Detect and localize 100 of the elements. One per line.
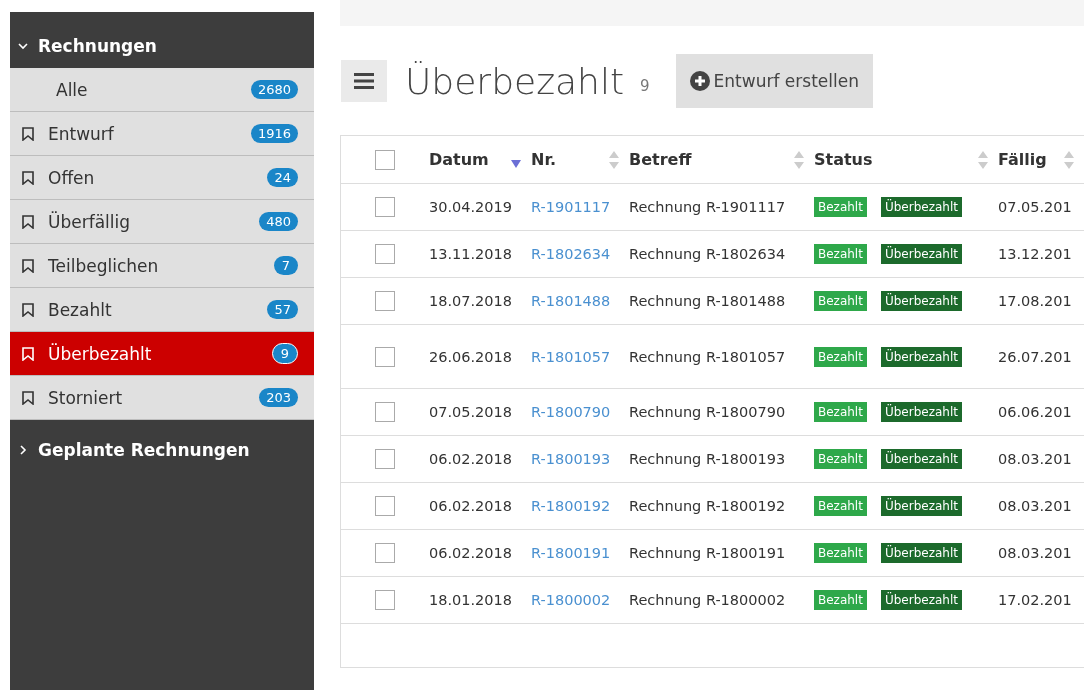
sort-icon[interactable] [978, 150, 988, 169]
row-checkbox[interactable] [375, 543, 395, 563]
invoice-number-link[interactable]: R-1800002 [531, 592, 629, 608]
column-header[interactable]: Nr. [531, 150, 629, 169]
status-tag: Überbezahlt [880, 291, 962, 311]
date-cell-text: 06.02.2018 [429, 498, 514, 514]
sidebar-item[interactable]: Alle 2680 [10, 68, 314, 112]
sidebar-group[interactable]: Rechnungen [10, 24, 314, 68]
sort-descending-icon[interactable] [511, 159, 521, 168]
invoice-number-link[interactable]: R-1800790 [531, 404, 629, 420]
row-checkbox[interactable] [375, 449, 395, 469]
sort-icon[interactable] [794, 150, 804, 169]
plus-circle-icon [689, 71, 710, 91]
count-badge: 7 [274, 256, 298, 275]
column-header[interactable]: Betreff [629, 150, 814, 169]
sidebar-item[interactable]: Überfällig 480 [10, 200, 314, 244]
date-cell-text: 26.06.2018 [429, 348, 514, 365]
subject-cell-text: Rechnung R-1801488 [629, 293, 787, 309]
subject-cell-text: Rechnung R-1800790 [629, 404, 787, 420]
bookmark-icon [22, 258, 34, 273]
item-label: Offen [48, 167, 96, 188]
sidebar-item[interactable]: Storniert 203 [10, 376, 314, 420]
item-label: Überbezahlt [48, 343, 153, 364]
select-all-checkbox[interactable] [375, 149, 395, 170]
bookmark-icon [22, 302, 34, 317]
bookmark-icon [22, 214, 34, 229]
status-tag: Bezahlt [814, 197, 867, 217]
status-tag: Überbezahlt [880, 244, 962, 264]
group-label: Rechnungen [38, 36, 157, 56]
group-label: Geplante Rechnungen [38, 440, 250, 460]
due-date-cell-text: 08.03.201 [998, 451, 1073, 467]
menu-button[interactable] [341, 60, 387, 102]
sort-icon[interactable] [609, 150, 619, 169]
subject-cell-text: Rechnung R-1802634 [629, 246, 787, 262]
subject-cell-text: Rechnung R-1800191 [629, 545, 787, 561]
item-label: Teilbeglichen [48, 255, 160, 276]
sidebar-item[interactable]: Bezahlt 57 [10, 288, 314, 332]
sidebar-item[interactable]: Teilbeglichen 7 [10, 244, 314, 288]
menu-icon [354, 73, 374, 89]
row-checkbox[interactable] [375, 197, 395, 217]
item-label: Entwurf [48, 123, 115, 144]
status-tag: Überbezahlt [880, 197, 962, 217]
bookmark-icon [22, 346, 34, 361]
due-date-cell-text: 07.05.201 [998, 199, 1073, 215]
count-badge: 57 [267, 300, 298, 319]
sidebar-item[interactable]: Offen 24 [10, 156, 314, 200]
count-badge: 24 [267, 168, 298, 187]
column-header[interactable]: Fällig [998, 150, 1084, 169]
date-cell-text: 06.02.2018 [429, 451, 514, 467]
status-tag: Bezahlt [814, 449, 867, 469]
status-tag: Bezahlt [814, 590, 867, 610]
date-cell-text: 18.07.2018 [429, 293, 514, 309]
status-tag: Bezahlt [814, 402, 867, 422]
status-tag: Bezahlt [814, 496, 867, 516]
sidebar-item[interactable]: Entwurf 1916 [10, 112, 314, 156]
date-cell-text: 13.11.2018 [429, 246, 514, 262]
subject-cell-text: Rechnung R-1800193 [629, 451, 787, 467]
due-date-cell-text: 06.06.201 [998, 404, 1073, 420]
row-checkbox[interactable] [375, 346, 395, 367]
due-date-cell-text: 17.02.201 [998, 592, 1073, 608]
due-date-cell-text: 17.08.201 [998, 293, 1073, 309]
bookmark-icon [22, 126, 34, 141]
subject-cell-text: Rechnung R-1800192 [629, 498, 787, 514]
count-badge: 2680 [250, 80, 298, 99]
row-checkbox[interactable] [375, 402, 395, 422]
item-label: Überfällig [48, 211, 132, 232]
chevron-right-icon [18, 445, 28, 455]
item-label: Storniert [48, 387, 124, 408]
title-count: 9 [640, 77, 650, 95]
status-tag: Überbezahlt [880, 543, 962, 563]
create-draft-button[interactable]: Entwurf erstellen [675, 54, 873, 108]
status-tag: Bezahlt [814, 346, 867, 367]
count-badge: 203 [259, 388, 298, 407]
row-checkbox[interactable] [375, 496, 395, 516]
column-header[interactable]: Status [814, 150, 998, 169]
count-badge: 480 [259, 212, 298, 231]
status-tag: Bezahlt [814, 291, 867, 311]
status-tag: Überbezahlt [880, 496, 962, 516]
count-badge: 9 [272, 343, 298, 364]
due-date-cell-text: 13.12.201 [998, 246, 1073, 262]
sidebar-group[interactable]: Geplante Rechnungen [10, 428, 314, 472]
subject-cell-text: Rechnung R-1801057 [629, 348, 787, 365]
status-tag: Überbezahlt [880, 590, 962, 610]
row-checkbox[interactable] [375, 291, 395, 311]
row-checkbox[interactable] [375, 590, 395, 610]
due-date-cell-text: 08.03.201 [998, 545, 1073, 561]
row-checkbox[interactable] [375, 244, 395, 264]
bookmark-icon [22, 170, 34, 185]
status-tag: Überbezahlt [880, 402, 962, 422]
sidebar-item[interactable]: Überbezahlt 9 [10, 332, 314, 376]
date-cell-text: 07.05.2018 [429, 404, 514, 420]
column-header[interactable]: Datum [429, 150, 531, 169]
sort-icon[interactable] [1064, 150, 1074, 169]
status-tag: Bezahlt [814, 244, 867, 264]
bookmark-icon [22, 390, 34, 405]
due-date-cell-text: 08.03.201 [998, 498, 1073, 514]
count-badge: 1916 [250, 124, 298, 143]
subject-cell-text: Rechnung R-1800002 [629, 592, 787, 608]
item-label: Bezahlt [48, 299, 113, 320]
page-title: Überbezahlt [405, 60, 625, 102]
